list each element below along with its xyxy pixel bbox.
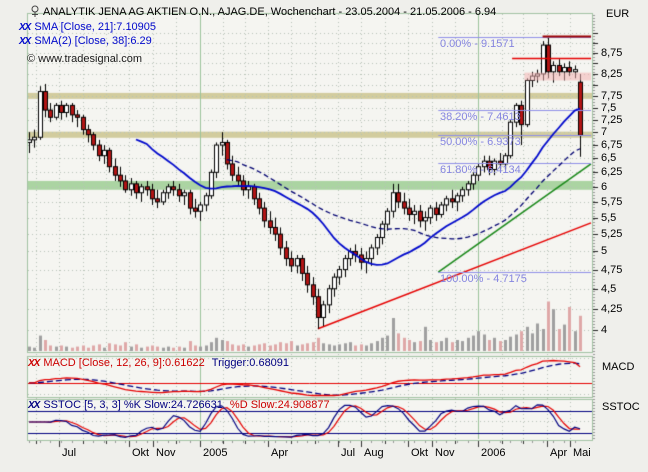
y-axis-price-label: 8,25 (601, 68, 622, 80)
x-axis-month-label: Mai (573, 447, 591, 459)
y-axis-price-label: 6,25 (601, 166, 622, 178)
fibonacci-label: 38.20% - 7.4613 (440, 111, 521, 123)
x-axis-month-label: Aug (364, 447, 384, 459)
legend-sma21-label: SMA [Close, 21]:7.10905 (34, 21, 156, 33)
x-axis-year-label: 2005 (203, 447, 227, 459)
y-axis-price-label: 6,5 (601, 152, 616, 164)
legend-sma38[interactable]: XX SMA(2) [Close, 38]:6.29 (19, 35, 152, 47)
y-axis-price-label: 4,5 (601, 283, 616, 295)
y-axis-price-label: 7,5 (601, 102, 616, 114)
legend-sma21[interactable]: XX SMA [Close, 21]:7.10905 (19, 21, 156, 33)
chart-title-row: ANALYTIK JENA AG AKTIEN O.N., AJAG.DE, W… (30, 5, 496, 18)
fibonacci-label: 50.00% - 6.9373 (440, 136, 521, 148)
y-axis-price-label: 8,75 (601, 47, 622, 59)
legend-macd-label: MACD [Close, 12, 26, 9]:0.61622 (43, 357, 204, 369)
formula-icon: XX (19, 36, 30, 47)
x-axis-month-label: Okt (411, 447, 428, 459)
copyright-label: © www.tradesignal.com (27, 53, 142, 65)
x-axis-month-label: Okt (132, 447, 149, 459)
legend-macd-trigger-label: Trigger:0.68091 (212, 357, 289, 369)
legend-sstoc-k-label: SSTOC [5, 3, 3] %K Slow:24.726631 (43, 399, 223, 411)
sstoc-panel-label: SSTOC (602, 401, 640, 413)
chart-overlay: ANALYTIK JENA AG AKTIEN O.N., AJAG.DE, W… (0, 0, 648, 472)
legend-macd[interactable]: XX MACD [Close, 12, 26, 9]:0.61622 Trigger… (28, 357, 289, 369)
x-axis-month-label: Apr (271, 447, 288, 459)
legend-sma38-label: SMA(2) [Close, 38]:6.29 (34, 35, 151, 47)
formula-icon: XX (28, 358, 39, 369)
copyright-note: © www.tradesignal.com (27, 53, 142, 65)
pin-icon (30, 5, 40, 17)
x-axis-month-label: Jul (341, 447, 355, 459)
formula-icon: XX (19, 22, 30, 33)
y-axis-price-label: 5 (601, 245, 607, 257)
x-axis-month-label: Apr (550, 447, 567, 459)
chart-title: ANALYTIK JENA AG AKTIEN O.N., AJAG.DE, W… (43, 6, 496, 18)
y-axis-price-label: 6 (601, 181, 607, 193)
x-axis-year-label: 2006 (481, 447, 505, 459)
legend-sstoc-d-label: %D Slow:24.908877 (230, 399, 330, 411)
fibonacci-label: 61.80% - 6.4134 (440, 164, 521, 176)
x-axis-month-label: Nov (156, 447, 176, 459)
chart-window: ANALYTIK JENA AG AKTIEN O.N., AJAG.DE, W… (0, 0, 648, 472)
fibonacci-label: 100.00% - 4.7175 (440, 273, 527, 285)
y-axis-price-label: 4 (601, 324, 607, 336)
y-axis-price-label: 5,75 (601, 196, 622, 208)
y-axis-price-label: 5,25 (601, 228, 622, 240)
formula-icon: XX (28, 400, 39, 411)
y-axis-price-label: 6,75 (601, 139, 622, 151)
y-axis-price-label: 5,5 (601, 212, 616, 224)
y-axis-price-label: 7,25 (601, 114, 622, 126)
y-axis-price-label: 4,75 (601, 264, 622, 276)
macd-panel-label: MACD (602, 361, 634, 373)
x-axis-month-label: Jul (62, 447, 76, 459)
y-axis-price-label: 7,75 (601, 90, 622, 102)
x-axis-month-label: Nov (435, 447, 455, 459)
legend-sstoc[interactable]: XX SSTOC [5, 3, 3] %K Slow:24.726631 %D Sl… (28, 399, 330, 411)
fibonacci-label: 0.00% - 9.1571 (440, 38, 515, 50)
currency-axis-label: EUR (606, 8, 629, 20)
y-axis-price-label: 4,25 (601, 303, 622, 315)
y-axis-price-label: 7 (601, 126, 607, 138)
